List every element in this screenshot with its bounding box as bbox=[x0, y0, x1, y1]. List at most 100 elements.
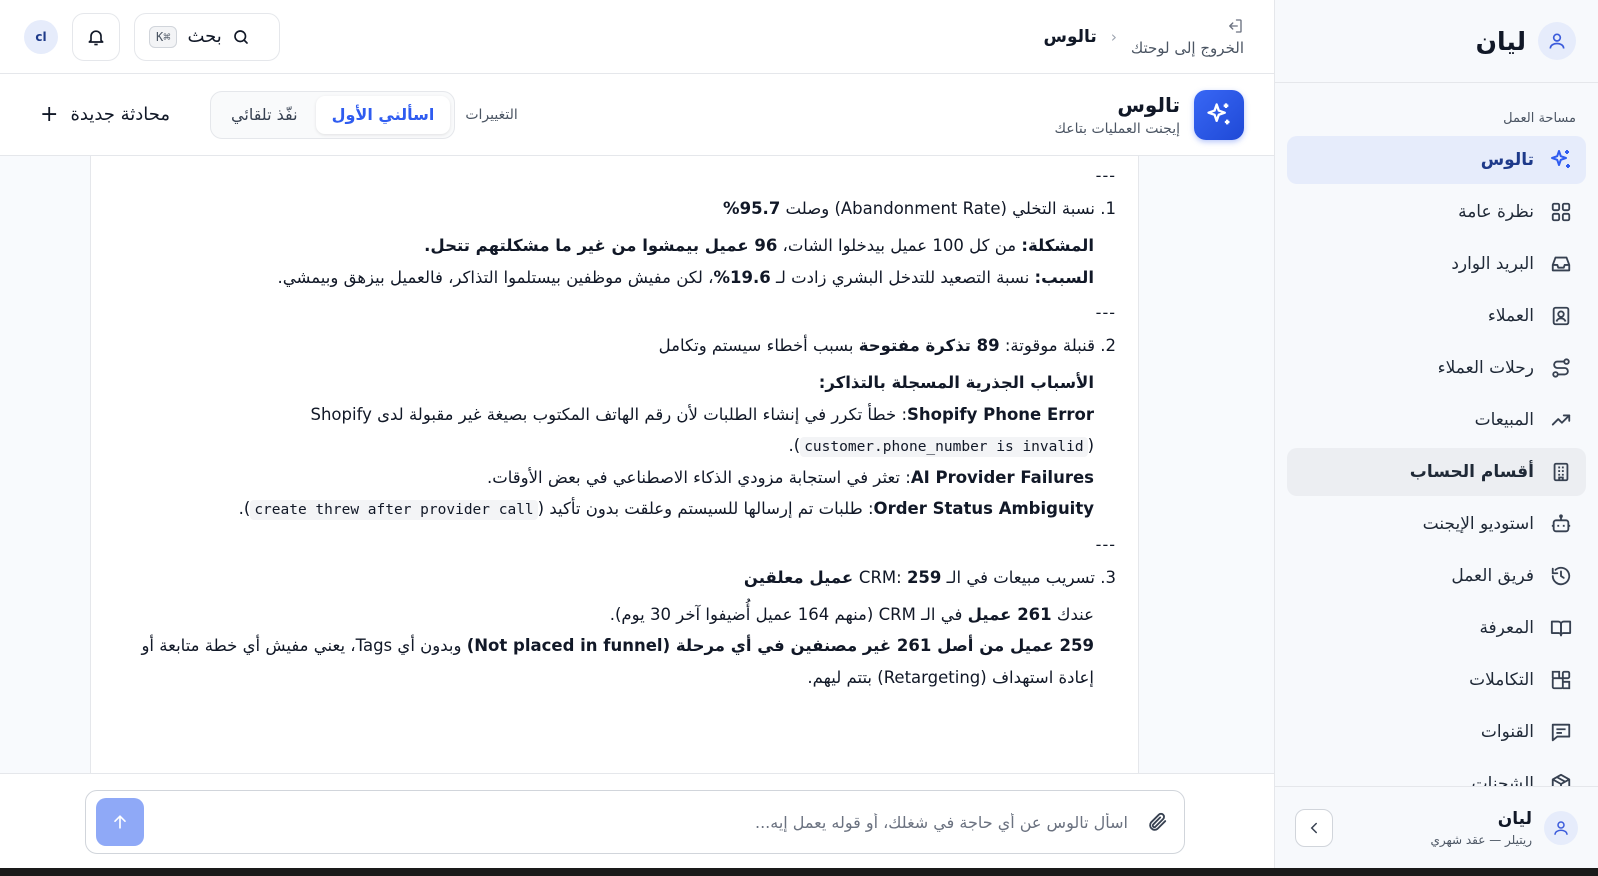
send-button[interactable] bbox=[96, 798, 144, 846]
sidebar-item-knowledge[interactable]: المعرفة bbox=[1287, 604, 1586, 652]
sidebar-item-customers[interactable]: العملاء bbox=[1287, 292, 1586, 340]
top-actions: cl K⌘ بحث bbox=[24, 12, 280, 61]
attach-button[interactable] bbox=[1146, 811, 1168, 833]
sidebar-nav: مساحة العمل تالوس نظرة عامة البريد الوار… bbox=[1275, 83, 1598, 786]
collapse-sidebar-button[interactable] bbox=[1295, 808, 1333, 847]
cause-rest: ، لكن مفيش موظفين بيستلموا التذاكر، فالع… bbox=[277, 267, 714, 287]
log-out-icon bbox=[1229, 18, 1242, 33]
sidebar-item-channels[interactable]: القنوات bbox=[1287, 708, 1586, 756]
inline-code: create threw after provider call bbox=[250, 499, 538, 520]
detail-text: عندك bbox=[1051, 604, 1094, 624]
agent-header: تالوس إيجنت العمليات بتاعك التغييرات اسأ… bbox=[0, 74, 1274, 156]
sidebar-item-label: تالوس bbox=[1480, 150, 1534, 170]
finding-3-value: 259 عميل معلقين bbox=[743, 567, 942, 587]
search-label: بحث bbox=[187, 26, 222, 47]
sidebar-item-shipments[interactable]: الشحنات bbox=[1287, 760, 1586, 786]
separator: --- bbox=[1095, 166, 1116, 185]
app-window: ليان مساحة العمل تالوس نظرة عامة البريد … bbox=[0, 0, 1598, 868]
sidebar-item-integrations[interactable]: التكاملات bbox=[1287, 656, 1586, 704]
keyboard-shortcut: K⌘ bbox=[149, 25, 178, 48]
user-info: ليان ريتيلر — عقد شهري bbox=[1345, 809, 1532, 847]
mode-ask-first-button[interactable]: اسألني الأول bbox=[315, 95, 451, 134]
sidebar-item-label: المعرفة bbox=[1479, 618, 1534, 638]
problem-text: من كل 100 عميل بيدخلوا الشات، bbox=[777, 236, 1022, 256]
sidebar-item-label: استوديو الإيجنت bbox=[1422, 514, 1534, 534]
finding-3-text: 3. تسريب مبيعات في الـ CRM: bbox=[858, 567, 1116, 587]
agent-text: تالوس إيجنت العمليات بتاعك bbox=[1054, 93, 1180, 137]
finding-2-text: 2. قنبلة موقوتة: bbox=[999, 336, 1116, 356]
package-icon bbox=[1548, 771, 1574, 786]
breadcrumb: الخروج إلى لوحتك ‹ تالوس bbox=[1044, 17, 1244, 57]
finding-1-cause: السبب: نسبة التصعيد للتدخل البشري زادت ل… bbox=[131, 262, 1116, 293]
finding-2-rest: بسبب أخطاء سيستم وتكامل bbox=[658, 336, 859, 356]
cause-text: نسبة التصعيد للتدخل البشري زادت لـ bbox=[770, 267, 1035, 287]
top-bar: الخروج إلى لوحتك ‹ تالوس cl K⌘ بحث bbox=[0, 0, 1274, 74]
sidebar-item-label: فريق العمل bbox=[1451, 566, 1534, 586]
sidebar-item-label: التكاملات bbox=[1469, 670, 1534, 690]
sidebar-item-overview[interactable]: نظرة عامة bbox=[1287, 188, 1586, 236]
agent-logo bbox=[1194, 89, 1244, 140]
grid-icon bbox=[1548, 199, 1574, 225]
root-cause-text: : تعثر في استجابة مزودي الذكاء الاصطناعي… bbox=[486, 467, 911, 487]
separator: --- bbox=[1095, 534, 1116, 554]
root-causes-label: الأسباب الجذرية المسجلة بالتذاكر: bbox=[818, 373, 1094, 393]
back-to-dashboard-link[interactable]: الخروج إلى لوحتك bbox=[1131, 17, 1244, 57]
finding-3-detail-2: 259 عميل من أصل 261 غير مصنفين في أي مرح… bbox=[131, 630, 1116, 693]
bot-icon bbox=[1548, 511, 1574, 537]
root-causes-heading: الأسباب الجذرية المسجلة بالتذاكر: bbox=[131, 367, 1116, 398]
trending-up-icon bbox=[1548, 407, 1574, 433]
root-cause-label: Order Status Ambiguity bbox=[873, 498, 1094, 518]
composer-area bbox=[0, 773, 1274, 868]
user-plan: ريتيلر — عقد شهري bbox=[1430, 832, 1532, 847]
plus-icon: + bbox=[40, 102, 59, 127]
detail-rest: في الـ CRM (منهم 164 عميل أُضيفوا آخر 30… bbox=[609, 604, 968, 624]
sidebar-item-label: أقسام الحساب bbox=[1409, 462, 1534, 482]
sidebar-item-talos[interactable]: تالوس bbox=[1287, 136, 1586, 184]
sidebar-item-journeys[interactable]: رحلات العملاء bbox=[1287, 344, 1586, 392]
mode-auto-execute-button[interactable]: نفّذ تلقائي bbox=[215, 96, 314, 134]
history-icon bbox=[1548, 563, 1574, 589]
sidebar-item-team[interactable]: فريق العمل bbox=[1287, 552, 1586, 600]
user-icon bbox=[1554, 820, 1568, 835]
sparkles-icon bbox=[1548, 147, 1574, 173]
finding-1-problem: المشكلة: من كل 100 عميل بيدخلوا الشات، 9… bbox=[131, 230, 1116, 261]
org-avatar[interactable]: cl bbox=[24, 19, 58, 54]
finding-1-title: 1. نسبة التخلي (Abandonment Rate) وصلت 9… bbox=[131, 193, 1116, 224]
composer bbox=[85, 790, 1185, 854]
inbox-icon bbox=[1548, 251, 1574, 277]
sidebar-item-agent-studio[interactable]: استوديو الإيجنت bbox=[1287, 500, 1586, 548]
workspace-name: ليان bbox=[1475, 26, 1526, 56]
sidebar-item-sales[interactable]: المبيعات bbox=[1287, 396, 1586, 444]
sidebar-item-inbox[interactable]: البريد الوارد bbox=[1287, 240, 1586, 288]
arrow-up-icon bbox=[114, 815, 126, 829]
sidebar-item-label: العملاء bbox=[1487, 306, 1534, 326]
finding-1-value: 95.7% bbox=[723, 199, 781, 218]
notifications-button[interactable] bbox=[72, 12, 120, 61]
changes-mode-toggle: اسألني الأول نفّذ تلقائي bbox=[210, 90, 456, 139]
sparkles-icon bbox=[1207, 102, 1230, 124]
back-label: الخروج إلى لوحتك bbox=[1130, 38, 1244, 57]
cause-label: السبب: bbox=[1034, 267, 1094, 287]
search-icon bbox=[233, 29, 248, 44]
workspace-avatar[interactable] bbox=[1538, 22, 1576, 60]
blocks-icon bbox=[1548, 667, 1574, 693]
user-icon bbox=[1549, 33, 1565, 49]
sidebar-header: ليان bbox=[1275, 0, 1598, 83]
building-icon bbox=[1548, 459, 1574, 485]
sidebar-footer: ليان ريتيلر — عقد شهري bbox=[1275, 786, 1598, 868]
user-avatar[interactable] bbox=[1544, 810, 1578, 845]
root-cause-end: ). bbox=[788, 436, 801, 456]
sidebar-item-account-sections[interactable]: أقسام الحساب bbox=[1287, 448, 1586, 496]
finding-1-text: 1. نسبة التخلي (Abandonment Rate) وصلت bbox=[780, 199, 1116, 218]
bell-icon bbox=[88, 29, 104, 45]
message-input[interactable] bbox=[144, 812, 1146, 832]
inline-code: customer.phone_number is invalid bbox=[800, 437, 1088, 458]
sidebar-item-label: المبيعات bbox=[1474, 410, 1534, 430]
chevron-left-icon bbox=[1310, 822, 1317, 833]
new-chat-button[interactable]: محادثة جديدة + bbox=[40, 102, 170, 127]
root-cause-label: AI Provider Failures bbox=[910, 467, 1094, 487]
sidebar-item-label: نظرة عامة bbox=[1458, 202, 1534, 222]
search-button[interactable]: K⌘ بحث bbox=[134, 12, 280, 61]
problem-highlight: 96 عميل بيمشوا من غير ما مشكلتهم تتحل. bbox=[424, 236, 778, 256]
chevron-left-icon: ‹ bbox=[1110, 27, 1117, 46]
